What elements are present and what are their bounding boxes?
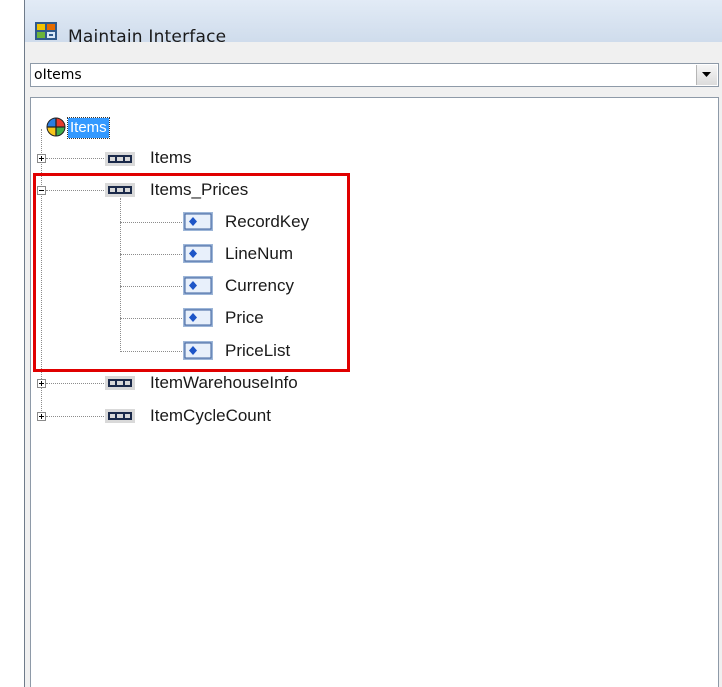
globe-icon [46,117,66,137]
highlight-annotation-box [33,173,350,372]
object-selector-dropdown[interactable]: oItems [30,63,719,87]
expand-button[interactable] [37,412,46,421]
table-icon [105,152,135,166]
window-title: Maintain Interface [68,27,227,47]
expand-button[interactable] [37,154,46,163]
expand-button[interactable] [37,379,46,388]
object-selector-value: oItems [34,67,82,83]
tree-connector [46,158,104,159]
title-bar: Maintain Interface [25,0,722,47]
tree-node-itemwarehouseinfo[interactable]: ItemWarehouseInfo [150,373,298,393]
tree-root-items[interactable]: Items [67,117,110,139]
tree-connector [46,416,104,417]
chevron-down-icon [702,72,711,77]
app-icon [35,22,57,40]
tree-node-itemcyclecount[interactable]: ItemCycleCount [150,406,271,426]
dropdown-button[interactable] [696,65,717,85]
table-icon [105,376,135,390]
table-icon [105,409,135,423]
tree-connector [46,383,104,384]
tree-node-items[interactable]: Items [150,148,192,168]
